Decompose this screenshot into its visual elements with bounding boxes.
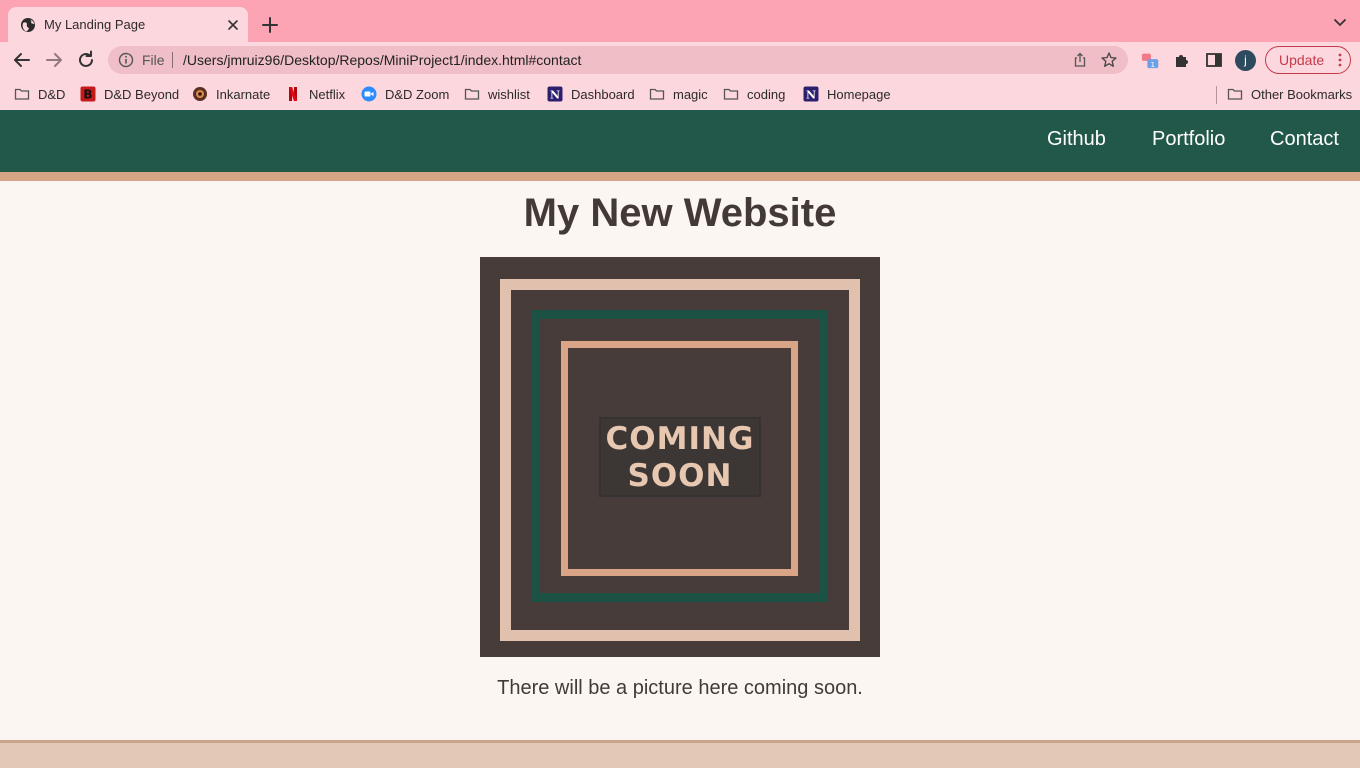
nav-link-contact[interactable]: Contact [1270,128,1339,151]
bookmark-label: Inkarnate [216,86,271,102]
close-tab-icon[interactable] [224,16,242,34]
chevron-down-icon[interactable] [1332,14,1348,30]
other-bookmarks-label: Other Bookmarks [1251,86,1353,102]
bookmark-netflix[interactable]: Netflix [285,85,345,103]
profile-avatar[interactable]: j [1235,50,1256,71]
bookmark-label: Dashboard [571,86,635,102]
bookmark-coding[interactable]: coding [723,85,785,103]
bookmark-magic[interactable]: magic [649,85,708,103]
nav-border [0,172,1360,181]
bookmark-label: wishlist [488,86,530,102]
dndbeyond-icon: B [80,86,96,102]
svg-text:N: N [806,89,816,102]
nav-link-portfolio[interactable]: Portfolio [1152,128,1225,151]
extensions-puzzle-icon[interactable] [1172,50,1192,70]
address-divider [172,52,173,68]
bookmark-homepage[interactable]: N Homepage [803,85,891,103]
bookmarks-bar: D&D B D&D Beyond Inkarnate Netflix D&D Z… [0,78,1360,110]
svg-text:N: N [550,89,560,102]
bookmark-wishlist[interactable]: wishlist [464,85,530,103]
zoom-icon [361,86,377,102]
update-button[interactable]: Update [1265,46,1351,74]
bookmark-label: D&D [38,86,66,102]
new-tab-icon[interactable] [258,13,282,37]
soon-text: SOON [627,458,733,494]
tab-title: My Landing Page [44,17,146,32]
folder-icon [649,88,665,100]
inkarnate-icon [193,87,207,101]
bookmark-label: coding [747,86,786,102]
bookmark-dnd[interactable]: D&D [14,85,65,103]
bookmark-label: D&D Beyond [104,86,180,102]
bookmark-dnd-zoom[interactable]: D&D Zoom [361,85,449,103]
back-icon[interactable] [10,48,34,72]
bookmark-dnd-beyond[interactable]: B D&D Beyond [80,85,179,103]
notion-icon: N [547,86,563,102]
reload-icon[interactable] [74,48,98,72]
footer [0,743,1360,768]
active-tab[interactable]: My Landing Page [8,7,248,42]
bookmark-label: Netflix [309,86,346,102]
bookmark-dashboard[interactable]: N Dashboard [547,85,635,103]
coming-soon-label: COMING SOON [599,417,761,497]
more-menu-icon[interactable] [1338,53,1342,67]
side-panel-icon[interactable] [1204,50,1224,70]
other-bookmarks[interactable]: Other Bookmarks [1227,85,1352,103]
coming-text: COMING [605,421,755,457]
extension-badge-count: 1 [1151,60,1156,69]
site-nav: Github Portfolio Contact [0,110,1360,172]
notion-icon: N [803,86,819,102]
page-title: My New Website [523,191,837,235]
bookmark-label: magic [673,86,708,102]
tab-strip: My Landing Page [0,0,1360,42]
bookmark-inkarnate[interactable]: Inkarnate [192,85,270,103]
svg-text:B: B [83,88,92,102]
folder-icon [14,88,30,100]
address-bar[interactable]: File /Users/jmruiz96/Desktop/Repos/MiniP… [108,46,1128,74]
bookmark-label: Homepage [827,86,891,102]
folder-icon [723,88,739,100]
folder-icon [1227,88,1243,100]
browser-toolbar: File /Users/jmruiz96/Desktop/Repos/MiniP… [0,42,1360,78]
coming-soon-image: COMING SOON [480,257,880,657]
share-icon[interactable] [1072,52,1088,68]
nav-link-github[interactable]: Github [1047,128,1106,151]
image-caption: There will be a picture here coming soon… [497,677,863,699]
netflix-icon [289,87,297,101]
url-text[interactable]: /Users/jmruiz96/Desktop/Repos/MiniProjec… [183,52,581,68]
bookmark-label: D&D Zoom [385,86,450,102]
globe-icon [21,18,35,32]
extension-badge-icon[interactable]: 1 [1141,50,1161,70]
scheme-label: File [142,52,165,68]
bookmark-star-icon[interactable] [1100,51,1118,69]
info-icon[interactable] [118,52,134,68]
bookmarks-divider [1216,86,1217,104]
folder-icon [464,88,480,100]
forward-icon[interactable] [42,48,66,72]
update-label: Update [1279,52,1325,68]
